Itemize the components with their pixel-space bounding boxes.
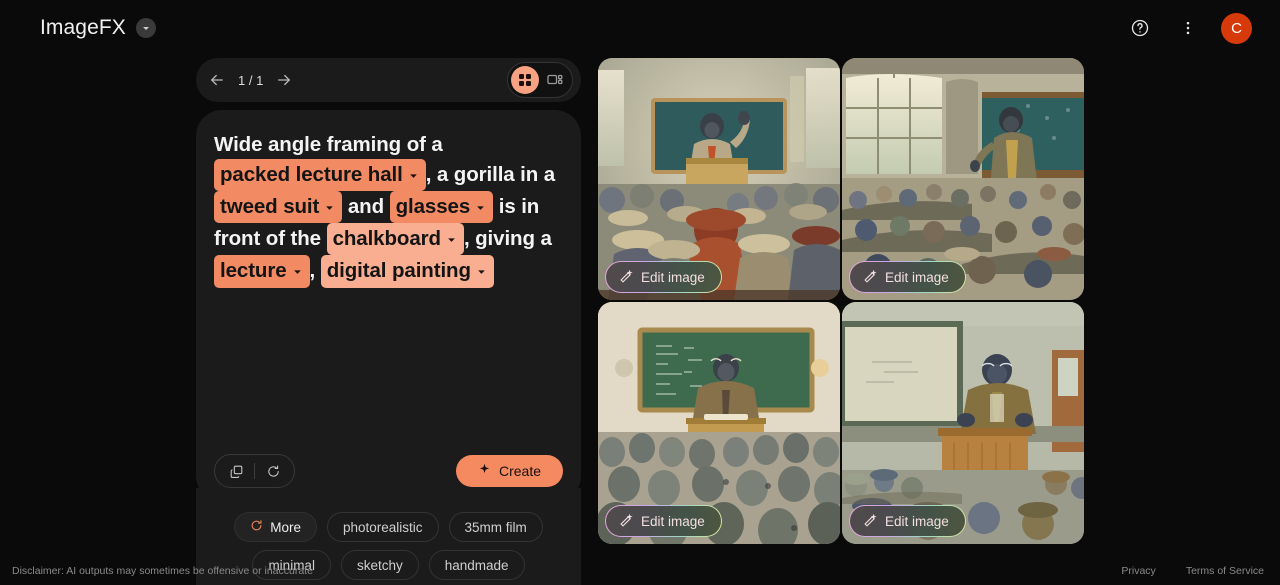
edit-image-label: Edit image: [885, 513, 949, 529]
edit-image-button-2[interactable]: Edit image: [849, 261, 966, 293]
edit-image-button-3[interactable]: Edit image: [605, 505, 722, 537]
chevron-down-icon[interactable]: [475, 192, 486, 221]
chevron-down-icon[interactable]: [324, 192, 335, 221]
result-tile-2[interactable]: Edit image: [842, 58, 1084, 300]
chevron-down-icon[interactable]: [408, 160, 419, 189]
prompt-text-run: and: [342, 195, 390, 219]
prompt-tools: [214, 454, 295, 488]
page-count: 1 / 1: [238, 72, 264, 88]
prompt-actions: Create: [214, 454, 563, 488]
style-chip-label: photorealistic: [342, 519, 423, 535]
prompt-text-run: ,: [309, 259, 321, 283]
magic-wand-icon: [618, 513, 633, 529]
app-header: ImageFX C: [0, 0, 1280, 56]
more-styles-label: More: [270, 519, 301, 535]
refresh-icon: [250, 519, 263, 535]
footer: Disclaimer: AI outputs may sometimes be …: [0, 557, 1280, 585]
more-vertical-icon[interactable]: [1173, 13, 1203, 43]
prompt-chip-packed-lecture-hall[interactable]: packed lecture hall: [214, 159, 426, 192]
prompt-text[interactable]: Wide angle framing of a packed lecture h…: [214, 130, 563, 288]
edit-image-button-4[interactable]: Edit image: [849, 505, 966, 537]
chevron-down-icon[interactable]: [446, 224, 457, 253]
pager-bar: 1 / 1: [196, 58, 581, 102]
view-toggle: [507, 62, 573, 98]
prompt-chip-lecture[interactable]: lecture: [214, 255, 310, 288]
prompt-chip-label: chalkboard: [332, 227, 441, 251]
magic-wand-icon: [862, 513, 877, 529]
prompt-text-run: Wide angle framing of a: [214, 133, 443, 156]
app-title: ImageFX: [40, 16, 126, 39]
prompt-text-run: , giving a: [463, 227, 552, 251]
style-chip-35mm-film[interactable]: 35mm film: [448, 512, 543, 542]
prompt-chip-label: packed lecture hall: [220, 163, 403, 187]
footer-links: Privacy Terms of Service: [1121, 565, 1264, 577]
chevron-down-icon[interactable]: [476, 256, 487, 285]
brand[interactable]: ImageFX: [40, 16, 156, 40]
next-page-button[interactable]: [267, 63, 301, 97]
prompt-panel: 1 / 1 Wide angle framing of a packed lec…: [196, 58, 581, 585]
tools-divider: [254, 463, 255, 479]
terms-link[interactable]: Terms of Service: [1186, 565, 1264, 577]
prev-page-button[interactable]: [200, 63, 234, 97]
reset-icon[interactable]: [258, 456, 288, 486]
results-grid: Edit image Edit image Edit image Edit im…: [598, 58, 1084, 544]
avatar[interactable]: C: [1221, 12, 1252, 44]
result-tile-4[interactable]: Edit image: [842, 302, 1084, 544]
chevron-down-icon[interactable]: [135, 18, 156, 38]
style-chip-photorealistic[interactable]: photorealistic: [326, 512, 439, 542]
magic-wand-icon: [862, 269, 877, 285]
prompt-chip-glasses[interactable]: glasses: [389, 191, 494, 224]
style-chip-label: 35mm film: [464, 519, 527, 535]
privacy-link[interactable]: Privacy: [1121, 565, 1155, 577]
edit-image-button-1[interactable]: Edit image: [605, 261, 722, 293]
edit-image-label: Edit image: [641, 513, 705, 529]
chevron-down-icon[interactable]: [292, 256, 303, 285]
prompt-chip-chalkboard[interactable]: chalkboard: [326, 223, 464, 256]
help-circle-icon[interactable]: [1125, 13, 1155, 43]
result-tile-1[interactable]: Edit image: [598, 58, 840, 300]
header-actions: C: [1125, 12, 1252, 44]
grid-view-icon[interactable]: [511, 66, 539, 94]
more-styles-button[interactable]: More: [234, 512, 317, 542]
disclaimer-text: Disclaimer: AI outputs may sometimes be …: [12, 565, 313, 577]
sparkle-icon: [478, 463, 491, 479]
prompt-chip-digital-painting[interactable]: digital painting: [320, 255, 494, 288]
prompt-card[interactable]: Wide angle framing of a packed lecture h…: [196, 110, 581, 502]
create-button-label: Create: [498, 463, 541, 479]
prompt-chip-label: glasses: [395, 195, 471, 219]
create-button[interactable]: Create: [455, 455, 563, 487]
prompt-chip-label: tweed suit: [220, 195, 320, 219]
prompt-chip-label: lecture: [220, 259, 287, 283]
edit-image-label: Edit image: [885, 269, 949, 285]
prompt-chip-tweed-suit[interactable]: tweed suit: [214, 191, 343, 224]
detail-view-icon[interactable]: [541, 66, 569, 94]
avatar-initial: C: [1231, 19, 1242, 37]
copy-icon[interactable]: [221, 456, 251, 486]
prompt-spacer: [214, 288, 563, 454]
magic-wand-icon: [618, 269, 633, 285]
prompt-chip-label: digital painting: [326, 259, 471, 283]
prompt-text-run: , a gorilla in a: [425, 163, 556, 187]
edit-image-label: Edit image: [641, 269, 705, 285]
result-tile-3[interactable]: Edit image: [598, 302, 840, 544]
